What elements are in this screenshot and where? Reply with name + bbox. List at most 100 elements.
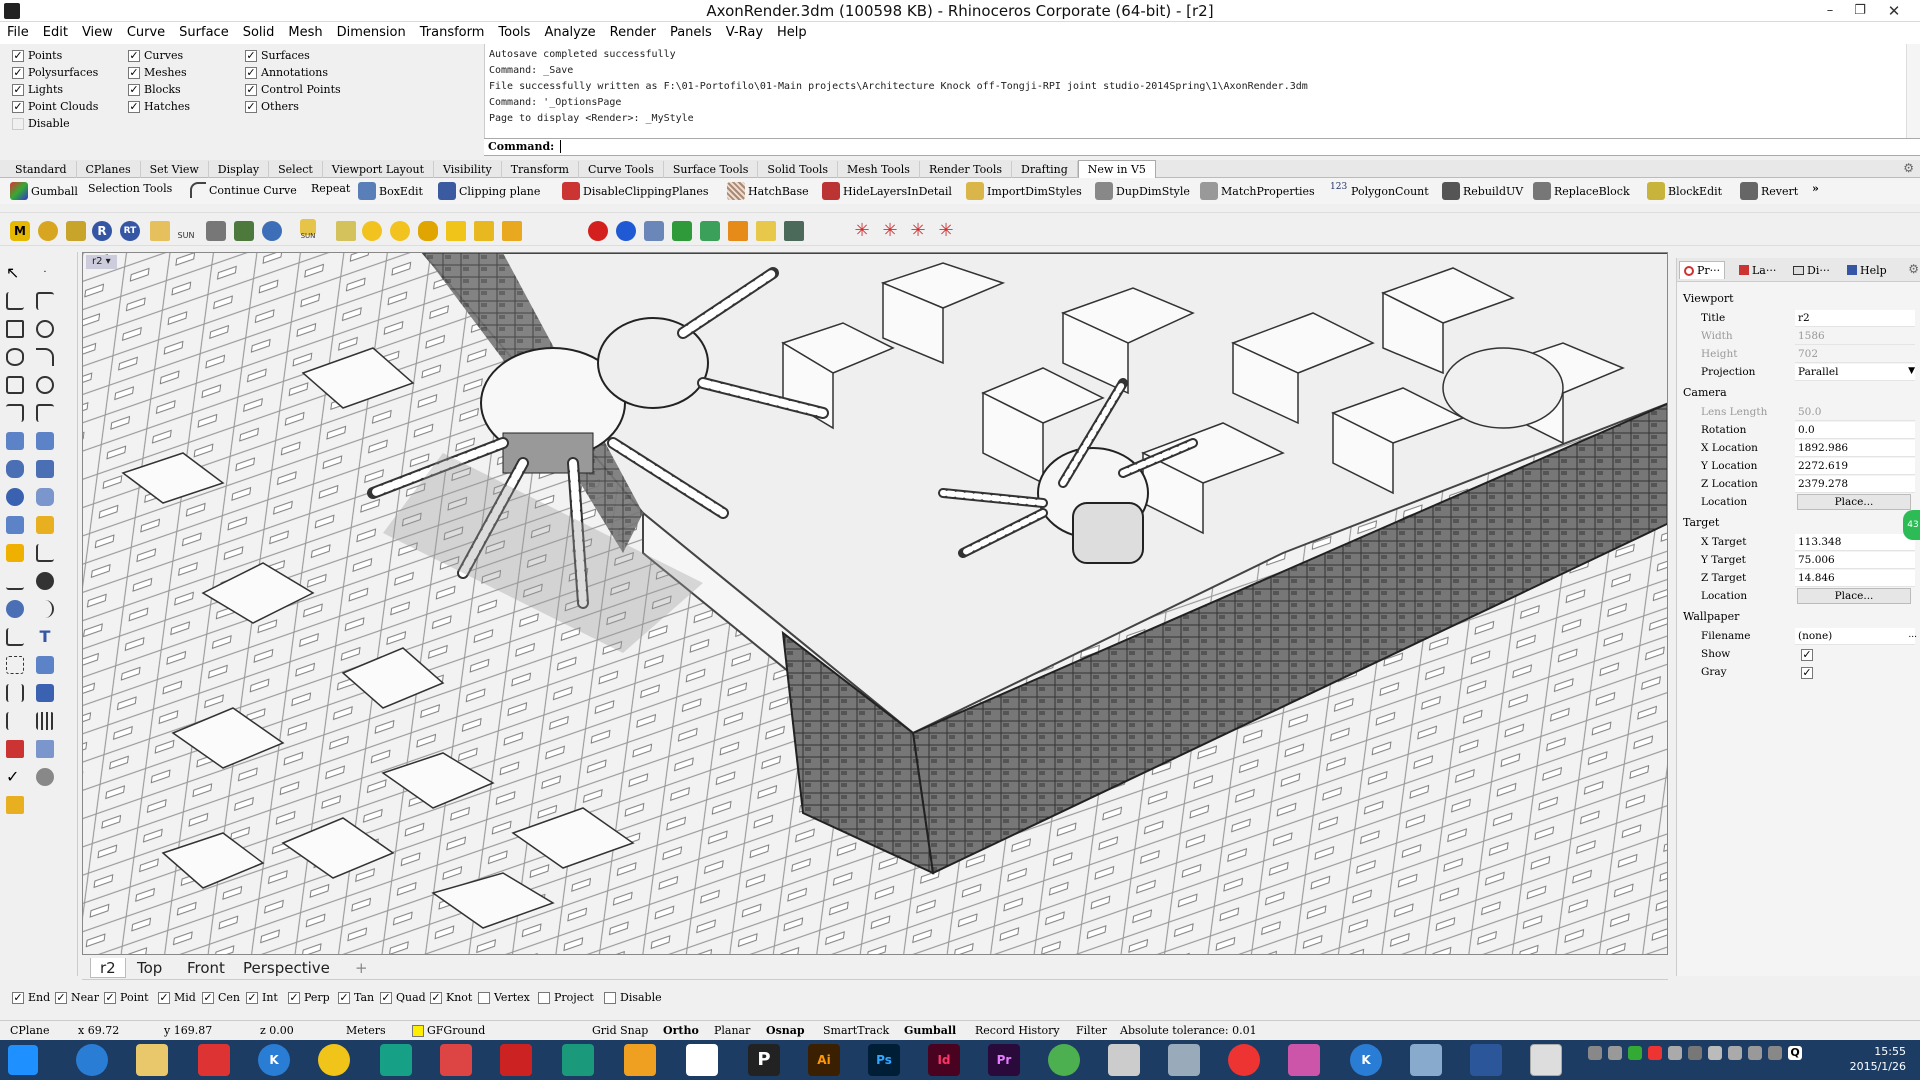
polyline-icon[interactable] [6, 292, 24, 310]
file-explorer-icon[interactable] [136, 1044, 168, 1076]
menu-panels[interactable]: Panels [663, 22, 719, 43]
tray-icon[interactable] [1728, 1046, 1742, 1060]
app-icon[interactable] [562, 1044, 594, 1076]
tab-display[interactable]: Display [209, 161, 270, 179]
checkbox[interactable]: ✓ [12, 991, 24, 1004]
y-target-field[interactable]: 75.006 [1795, 552, 1915, 569]
tab-new-in-v5[interactable]: New in V5 [1077, 160, 1156, 179]
checkbox[interactable]: ✓ [128, 100, 140, 113]
sphere-icon[interactable] [6, 488, 24, 506]
app-icon[interactable] [1288, 1044, 1320, 1076]
show-checkbox[interactable]: ✓ [1801, 649, 1813, 661]
toolbar-overflow-button[interactable]: » [1812, 182, 1819, 195]
prop-row-y-location[interactable]: Y Location 2272.619 [1677, 458, 1920, 476]
app-icon[interactable] [1108, 1044, 1140, 1076]
menu-curve[interactable]: Curve [120, 22, 172, 43]
checkbox[interactable]: ✓ [128, 66, 140, 79]
osnap-vertex[interactable]: Vertex [478, 991, 530, 1004]
offset-icon[interactable] [36, 404, 54, 422]
filename-field[interactable]: (none) [1795, 628, 1915, 645]
tab-viewport-front[interactable]: Front [178, 958, 234, 978]
menu-render[interactable]: Render [603, 22, 663, 43]
osnap-quad[interactable]: ✓ Quad [380, 991, 426, 1004]
tray-icon[interactable] [1768, 1046, 1782, 1060]
p-app-icon[interactable]: P [748, 1044, 780, 1076]
command-input[interactable]: Command: [484, 138, 1920, 156]
camera-place-button[interactable]: Place... [1797, 494, 1911, 510]
menu-vray[interactable]: V-Ray [719, 22, 770, 43]
chrome-icon[interactable] [1228, 1044, 1260, 1076]
app-icon[interactable] [686, 1044, 718, 1076]
checkbox[interactable]: ✓ [128, 49, 140, 62]
dimension-icon[interactable] [6, 712, 24, 730]
target-place-button[interactable]: Place... [1797, 588, 1911, 604]
rectangle-icon[interactable] [6, 376, 24, 394]
menu-mesh[interactable]: Mesh [281, 22, 329, 43]
filter-toggle[interactable]: Filter [1076, 1024, 1107, 1037]
menu-file[interactable]: File [0, 22, 36, 43]
polygon-count-button[interactable]: 123 PolygonCount [1330, 182, 1429, 200]
checkbox[interactable]: ✓ [338, 991, 350, 1004]
internet-explorer-icon[interactable] [76, 1044, 108, 1076]
prop-row-gray[interactable]: Gray ✓ [1677, 664, 1920, 682]
line-icon[interactable] [36, 292, 54, 310]
tab-help[interactable]: Help [1843, 261, 1891, 279]
match-properties-button[interactable]: MatchProperties [1200, 182, 1315, 200]
cplane-label[interactable]: CPlane [10, 1024, 50, 1037]
check-icon[interactable]: ✓ [6, 768, 24, 786]
filter-annotations[interactable]: ✓ Annotations [245, 66, 328, 79]
extrude-surface-icon[interactable] [36, 432, 54, 450]
osnap-mid[interactable]: ✓ Mid [158, 991, 196, 1004]
render-preview-icon[interactable] [616, 221, 636, 241]
sun-icon[interactable]: SUN [176, 221, 196, 241]
prop-row-z-target[interactable]: Z Target 14.846 [1677, 570, 1920, 588]
environment-icon[interactable] [234, 221, 254, 241]
acrobat-icon[interactable] [500, 1044, 532, 1076]
checkbox[interactable]: ✓ [12, 100, 24, 113]
sphere-light-icon[interactable] [362, 221, 382, 241]
m-icon[interactable]: M [10, 221, 30, 241]
menu-analyze[interactable]: Analyze [537, 22, 602, 43]
tab-solid-tools[interactable]: Solid Tools [758, 161, 839, 179]
viewport-r2[interactable] [82, 252, 1668, 955]
properties-icon[interactable] [6, 796, 24, 814]
gear-icon[interactable]: ⚙ [1908, 262, 1919, 276]
dome-icon[interactable] [206, 221, 226, 241]
gear-icon[interactable]: ⚙ [1903, 161, 1914, 175]
chevron-down-icon[interactable]: ▼ [1908, 366, 1915, 376]
prop-row-projection[interactable]: Projection Parallel ▼ [1677, 364, 1920, 382]
polygon-icon[interactable] [36, 376, 54, 394]
tab-select[interactable]: Select [269, 161, 323, 179]
clipper-icon[interactable] [756, 221, 776, 241]
render-icon[interactable] [36, 768, 54, 786]
checkbox[interactable]: ✓ [245, 49, 257, 62]
checkbox[interactable]: ✓ [55, 991, 67, 1004]
checkbox[interactable]: ✓ [430, 991, 442, 1004]
indesign-icon[interactable]: Id [928, 1044, 960, 1076]
spark-icon[interactable]: ✳ [880, 221, 900, 241]
tray-icon[interactable] [1748, 1046, 1762, 1060]
prop-row-x-target[interactable]: X Target 113.348 [1677, 534, 1920, 552]
planar-toggle[interactable]: Planar [714, 1024, 750, 1037]
boxedit-button[interactable]: BoxEdit [358, 182, 423, 200]
viewport-title-label[interactable]: r2 ▾ [86, 255, 117, 269]
smarttrack-toggle[interactable]: SmartTrack [823, 1024, 889, 1037]
command-history[interactable]: Autosave completed successfully Command:… [484, 44, 1906, 140]
photoshop-icon[interactable]: Ps [868, 1044, 900, 1076]
spark-icon[interactable]: ✳ [852, 221, 872, 241]
tab-drafting[interactable]: Drafting [1012, 161, 1078, 179]
layout-icon[interactable] [36, 740, 54, 758]
move-icon[interactable] [6, 544, 24, 562]
render-sphere-icon[interactable] [588, 221, 608, 241]
app-icon[interactable] [1048, 1044, 1080, 1076]
gumball-toggle[interactable]: Gumball [904, 1024, 956, 1037]
volume-icon[interactable] [1708, 1046, 1722, 1060]
gumball-button[interactable]: Gumball [10, 182, 78, 200]
continue-curve-button[interactable]: Continue Curve [190, 182, 297, 198]
vray-help-icon[interactable] [262, 221, 282, 241]
ies-light-icon[interactable] [418, 221, 438, 241]
checkbox[interactable]: ✓ [245, 83, 257, 96]
repeat-button[interactable]: Repeat [311, 182, 350, 195]
k-app-icon[interactable]: K [258, 1044, 290, 1076]
app-icon[interactable] [1410, 1044, 1442, 1076]
